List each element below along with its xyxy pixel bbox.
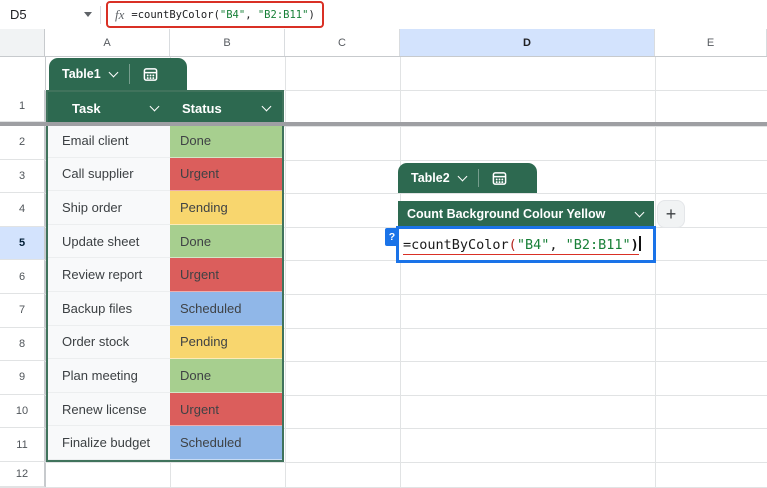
status-cell[interactable]: Done bbox=[170, 124, 282, 158]
table1-chip[interactable]: Table1 bbox=[49, 58, 187, 90]
formula-paren: ( bbox=[508, 237, 517, 253]
row-header-2[interactable]: 2 bbox=[0, 126, 45, 160]
status-cell[interactable]: Pending bbox=[170, 191, 282, 225]
table2-header-cell[interactable]: Count Background Colour Yellow bbox=[398, 201, 654, 227]
fx-icon: fx bbox=[115, 6, 125, 22]
table-row: Update sheet Done bbox=[48, 224, 282, 259]
text-cursor bbox=[638, 236, 641, 251]
formula-paren: ) bbox=[630, 237, 639, 253]
formula-arg1: "B4" bbox=[219, 8, 246, 21]
table-grid-icon[interactable] bbox=[130, 58, 171, 90]
column-label: Count Background Colour Yellow bbox=[407, 207, 606, 221]
table-chip-menu[interactable]: Table1 bbox=[49, 58, 129, 90]
table-chip-menu[interactable]: Table2 bbox=[398, 163, 478, 193]
chevron-down-icon[interactable] bbox=[261, 101, 272, 112]
column-label: Status bbox=[182, 100, 222, 116]
formula-separator: , bbox=[549, 237, 566, 253]
google-sheets-app: D5 fx =countByColor("B4", "B2:B11") ABCD… bbox=[0, 0, 767, 488]
table1-header-row: Task Status bbox=[48, 92, 282, 124]
formula-annotation-box: fx =countByColor("B4", "B2:B11") bbox=[106, 1, 324, 28]
chevron-down-icon[interactable] bbox=[149, 101, 160, 112]
task-cell[interactable]: Update sheet bbox=[48, 224, 170, 259]
formula-paren: ) bbox=[308, 8, 315, 21]
task-cell[interactable]: Finalize budget bbox=[48, 426, 170, 460]
table1: Task Status Email client Done Call supplie… bbox=[46, 90, 284, 462]
formula-help-badge[interactable]: ? bbox=[385, 228, 399, 246]
status-cell[interactable]: Scheduled bbox=[170, 291, 282, 326]
table-row: Call supplier Urgent bbox=[48, 157, 282, 192]
divider bbox=[100, 5, 101, 24]
row-header-4[interactable]: 4 bbox=[0, 193, 45, 227]
table-row: Renew license Urgent bbox=[48, 392, 282, 427]
formula-function: =countByColor bbox=[131, 8, 214, 21]
column-header-d[interactable]: D bbox=[400, 29, 655, 56]
task-cell[interactable]: Email client bbox=[48, 124, 170, 158]
table-row: Order stock Pending bbox=[48, 325, 282, 360]
column-header-c[interactable]: C bbox=[285, 29, 400, 56]
task-cell[interactable]: Renew license bbox=[48, 392, 170, 427]
row-header-9[interactable]: 9 bbox=[0, 361, 45, 395]
formula-separator: , bbox=[245, 8, 258, 21]
row-header-12[interactable]: 12 bbox=[0, 462, 45, 487]
row-header-3[interactable]: 3 bbox=[0, 159, 45, 194]
formula-bar: D5 fx =countByColor("B4", "B2:B11") bbox=[0, 0, 767, 30]
chevron-down-icon bbox=[457, 171, 468, 182]
table-row: Plan meeting Done bbox=[48, 359, 282, 393]
status-cell[interactable]: Done bbox=[170, 224, 282, 259]
table-row: Ship order Pending bbox=[48, 191, 282, 225]
table1-header-task[interactable]: Task bbox=[48, 92, 170, 124]
frozen-row-divider[interactable] bbox=[0, 122, 767, 126]
row-header-6[interactable]: 6 bbox=[0, 260, 45, 294]
row-header-1[interactable]: 1 bbox=[0, 90, 45, 122]
name-box[interactable]: D5 bbox=[0, 0, 100, 29]
task-cell[interactable]: Ship order bbox=[48, 191, 170, 225]
select-all-corner[interactable] bbox=[0, 29, 45, 56]
table-row: Email client Done bbox=[48, 124, 282, 158]
table-row: Finalize budget Scheduled bbox=[48, 426, 282, 460]
status-cell[interactable]: Urgent bbox=[170, 258, 282, 292]
column-header-a[interactable]: A bbox=[45, 29, 170, 56]
chevron-down-icon[interactable] bbox=[634, 207, 645, 218]
table-name: Table2 bbox=[411, 171, 450, 185]
gridline bbox=[0, 462, 767, 463]
row-header-7[interactable]: 7 bbox=[0, 294, 45, 328]
task-cell[interactable]: Order stock bbox=[48, 325, 170, 360]
status-cell[interactable]: Urgent bbox=[170, 392, 282, 427]
formula-arg2: "B2:B11" bbox=[565, 237, 631, 253]
formula-arg2: "B2:B11" bbox=[257, 8, 309, 21]
status-cell[interactable]: Scheduled bbox=[170, 426, 282, 460]
status-cell[interactable]: Urgent bbox=[170, 157, 282, 192]
row-header-8[interactable]: 8 bbox=[0, 327, 45, 362]
table-row: Review report Urgent bbox=[48, 258, 282, 292]
table2-chip[interactable]: Table2 bbox=[398, 163, 537, 193]
cell-formula-editor[interactable]: =countByColor("B4", "B2:B11") bbox=[403, 236, 641, 255]
task-cell[interactable]: Call supplier bbox=[48, 157, 170, 192]
status-cell[interactable]: Pending bbox=[170, 325, 282, 360]
row-header-11[interactable]: 11 bbox=[0, 428, 45, 462]
row-header-5[interactable]: 5 bbox=[0, 226, 45, 261]
table1-header-status[interactable]: Status bbox=[170, 92, 282, 124]
active-cell-d5[interactable]: ? =countByColor("B4", "B2:B11") bbox=[385, 226, 656, 263]
column-header-b[interactable]: B bbox=[170, 29, 285, 56]
add-column-button[interactable]: + bbox=[658, 201, 684, 227]
table1-rows: Email client Done Call supplier Urgent Ship … bbox=[48, 124, 282, 460]
table-grid-icon[interactable] bbox=[479, 163, 520, 193]
chevron-down-icon bbox=[108, 67, 119, 78]
column-label: Task bbox=[72, 100, 101, 116]
status-cell[interactable]: Done bbox=[170, 359, 282, 393]
formula-arg1: "B4" bbox=[516, 237, 550, 253]
dropdown-arrow-icon[interactable] bbox=[84, 12, 92, 17]
column-headers: ABCDE bbox=[0, 29, 767, 57]
formula-function: =countByColor bbox=[403, 237, 509, 253]
task-cell[interactable]: Backup files bbox=[48, 291, 170, 326]
table-name: Table1 bbox=[62, 67, 101, 81]
formula-input[interactable]: =countByColor("B4", "B2:B11") bbox=[131, 9, 314, 21]
task-cell[interactable]: Review report bbox=[48, 258, 170, 292]
task-cell[interactable]: Plan meeting bbox=[48, 359, 170, 393]
table-row: Backup files Scheduled bbox=[48, 291, 282, 326]
cell-reference: D5 bbox=[10, 7, 27, 22]
column-header-e[interactable]: E bbox=[655, 29, 767, 56]
row-header-10[interactable]: 10 bbox=[0, 394, 45, 429]
